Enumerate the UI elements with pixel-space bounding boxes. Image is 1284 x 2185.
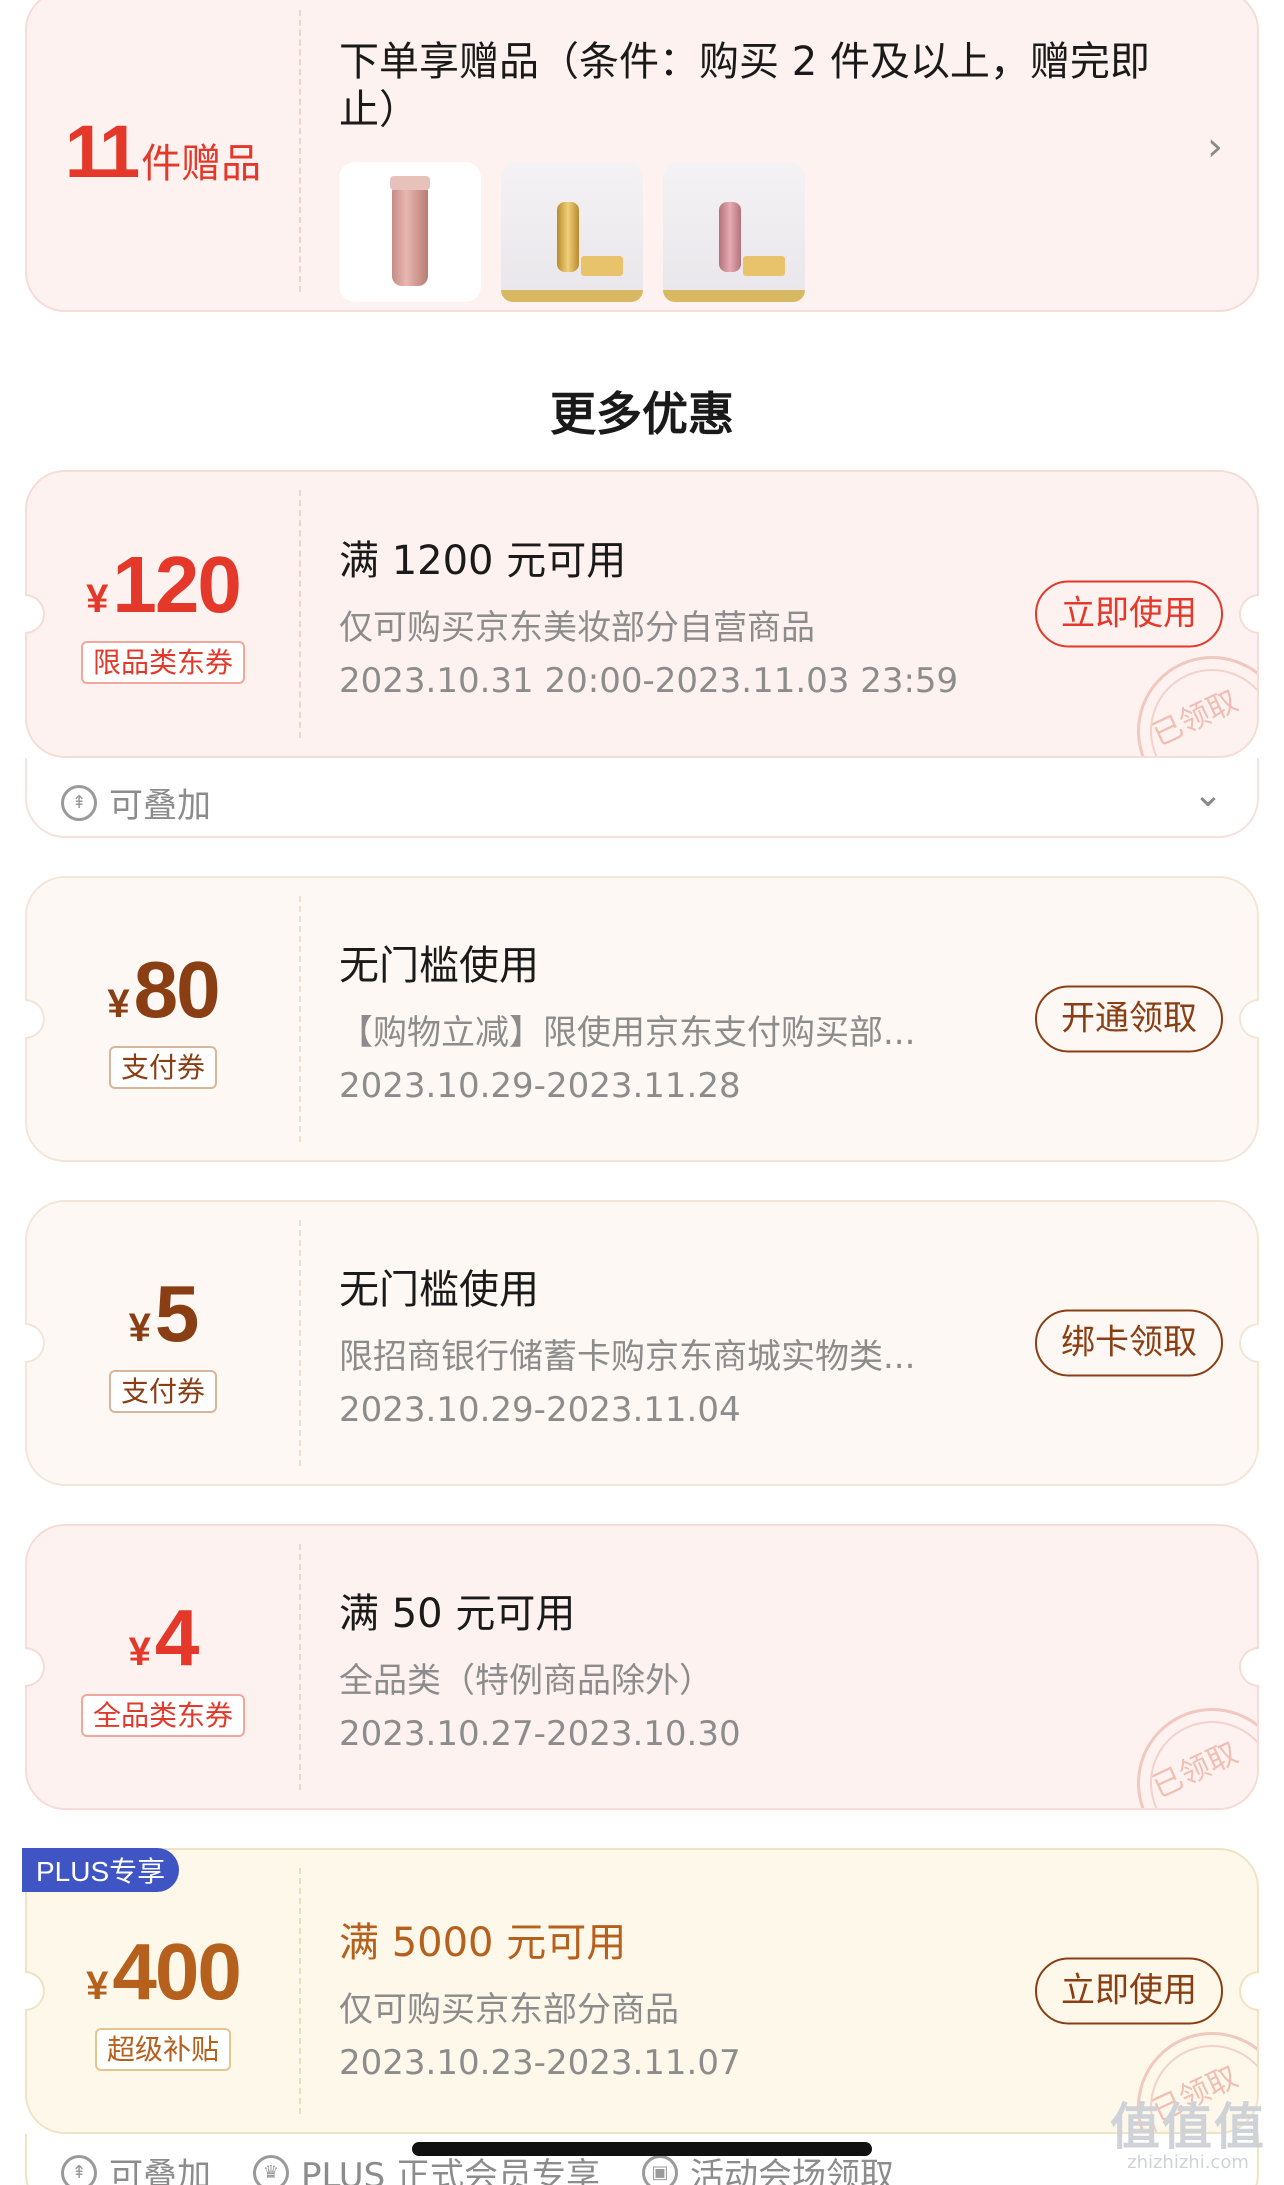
coupon-card-80: ¥ 80 支付券 无门槛使用 【购物立减】限使用京东支付购买部... 2023.… [25,876,1259,1162]
gift-gold-footer [501,290,643,302]
coupon-divider [299,1868,301,2114]
currency-symbol: ¥ [128,1629,151,1674]
coupon-details: 满 5000 元可用 仅可购买京东部分商品 2023.10.23-2023.11… [339,1850,741,2132]
coupon-value: ¥ 4 全品类东券 [27,1526,299,1808]
gift-thumbnails [339,162,805,302]
stackable-label: 可叠加 [109,2156,211,2185]
stackable-label: 可叠加 [109,786,211,826]
coupon-notch-right [1239,1323,1259,1363]
stack-icon: ⇞ [61,2154,97,2185]
gift-card[interactable]: 11 件赠品 下单享赠品（条件：购买 2 件及以上，赠完即止） › [25,0,1259,312]
stack-icon: ⇞ [61,784,97,821]
coupon-divider [299,896,301,1142]
coupon-value: ¥ 400 超级补贴 [27,1850,299,2132]
coupon-footer[interactable]: ⇞ 可叠加 ⌄ [25,758,1259,838]
watermark-text: 值值值 [1110,2098,1266,2156]
gift-gold-image [557,202,579,272]
coupon-title: 满 5000 元可用 [339,1919,627,1966]
coupon-amount: 400 [112,1926,241,2016]
watermark-logo: 值值值 zhizhizhi.com [1110,2102,1266,2173]
coupon-notch-right [1239,1647,1259,1687]
coupon-desc: 仅可购买京东美妆部分自营商品 [339,607,815,648]
chevron-down-icon[interactable]: ⌄ [1193,774,1223,815]
coupon-type-tag: 支付券 [108,1045,217,1089]
gift-pink-tag [743,256,785,276]
bind-card-claim-button[interactable]: 绑卡领取 [1035,1309,1223,1377]
coupon-value: ¥ 120 限品类东券 [27,472,299,756]
coupon-desc: 全品类（特例商品除外） [339,1660,713,1701]
coupon-type-tag: 支付券 [108,1369,217,1413]
coupon-card-5: ¥ 5 支付券 无门槛使用 限招商银行储蓄卡购京东商城实物类... 2023.1… [25,1200,1259,1486]
gift-count-number: 11 [64,109,140,193]
coupon-title: 无门槛使用 [339,1266,539,1313]
coupon-details: 无门槛使用 限招商银行储蓄卡购京东商城实物类... 2023.10.29-202… [339,1202,915,1484]
coupon-amount: 4 [154,1592,199,1682]
coupon-details: 满 1200 元可用 仅可购买京东美妆部分自营商品 2023.10.31 20:… [339,472,958,756]
gift-thumbnail-gold[interactable] [501,162,643,302]
coupon-type-tag: 超级补贴 [94,2027,231,2071]
claimed-stamp-icon: 已领取 [1117,646,1257,756]
coupon-notch-right [1239,594,1259,634]
coupon-date: 2023.10.29-2023.11.04 [339,1389,741,1430]
coupon-amount: 120 [112,539,241,629]
gift-bottle-image [392,182,428,286]
claimed-stamp-text: 已领取 [1146,683,1244,754]
gift-gold-tag [581,256,623,276]
gift-pink-footer [663,290,805,302]
coupon-divider [299,1544,301,1790]
coupon-date: 2023.10.29-2023.11.28 [339,1065,741,1106]
home-indicator[interactable] [412,2142,872,2156]
gift-divider [299,10,301,292]
coupon-date: 2023.10.23-2023.11.07 [339,2042,741,2083]
currency-symbol: ¥ [107,981,130,1026]
coupon-details: 满 50 元可用 全品类（特例商品除外） 2023.10.27-2023.10.… [339,1526,741,1808]
coupon-date: 2023.10.27-2023.10.30 [339,1713,741,1754]
ticket-icon: ▣ [642,2154,679,2185]
currency-symbol: ¥ [86,1963,109,2008]
coupon-type-tag: 限品类东券 [80,640,245,684]
coupon-desc: 仅可购买京东部分商品 [339,1989,679,2030]
coupon-divider [299,490,301,738]
coupon-card-400: ¥ 400 超级补贴 满 5000 元可用 仅可购买京东部分商品 2023.10… [25,1848,1259,2134]
use-now-button[interactable]: 立即使用 [1035,580,1223,648]
activate-claim-button[interactable]: 开通领取 [1035,985,1223,1053]
claimed-stamp-text: 已领取 [1146,1735,1244,1806]
gift-count-suffix: 件赠品 [141,140,262,187]
coupon-notch-right [1239,1971,1259,2011]
claimed-stamp-icon: 已领取 [1117,1698,1257,1808]
coupon-title: 无门槛使用 [339,942,539,989]
coupon-desc: 【购物立减】限使用京东支付购买部... [339,1012,916,1053]
watermark-url: zhizhizhi.com [1127,2152,1249,2173]
gift-thumbnail-pink[interactable] [663,162,805,302]
plus-exclusive-badge: PLUS专享 [22,1848,180,1892]
coupon-amount: 80 [133,944,221,1034]
coupon-amount: 5 [154,1268,199,1358]
currency-symbol: ¥ [86,576,109,621]
gift-bottle-cap [390,176,430,190]
chevron-right-icon[interactable]: › [1207,124,1223,170]
coupon-value: ¥ 80 支付券 [27,878,299,1160]
coupon-details: 无门槛使用 【购物立减】限使用京东支付购买部... 2023.10.29-202… [339,878,915,1160]
coupon-title: 满 50 元可用 [339,1590,576,1637]
coupon-desc: 限招商银行储蓄卡购京东商城实物类... [339,1336,916,1377]
section-title: 更多优惠 [550,387,734,441]
gift-thumbnail-bottle[interactable] [339,162,481,302]
crown-icon: ♛ [253,2154,289,2185]
coupon-title: 满 1200 元可用 [339,537,627,584]
coupon-card-120: ¥ 120 限品类东券 满 1200 元可用 仅可购买京东美妆部分自营商品 20… [25,470,1259,758]
gift-title: 下单享赠品（条件：购买 2 件及以上，赠完即止） [339,39,1150,133]
coupon-type-tag: 全品类东券 [80,1693,245,1737]
gift-pink-image [719,202,741,272]
coupon-date: 2023.10.31 20:00-2023.11.03 23:59 [339,660,959,701]
use-now-button[interactable]: 立即使用 [1035,1957,1223,2025]
currency-symbol: ¥ [128,1305,151,1350]
gift-count: 11 件赠品 [27,0,299,310]
coupon-card-4: ¥ 4 全品类东券 满 50 元可用 全品类（特例商品除外） 2023.10.2… [25,1524,1259,1810]
coupon-value: ¥ 5 支付券 [27,1202,299,1484]
coupon-divider [299,1220,301,1466]
coupon-notch-right [1239,999,1259,1039]
